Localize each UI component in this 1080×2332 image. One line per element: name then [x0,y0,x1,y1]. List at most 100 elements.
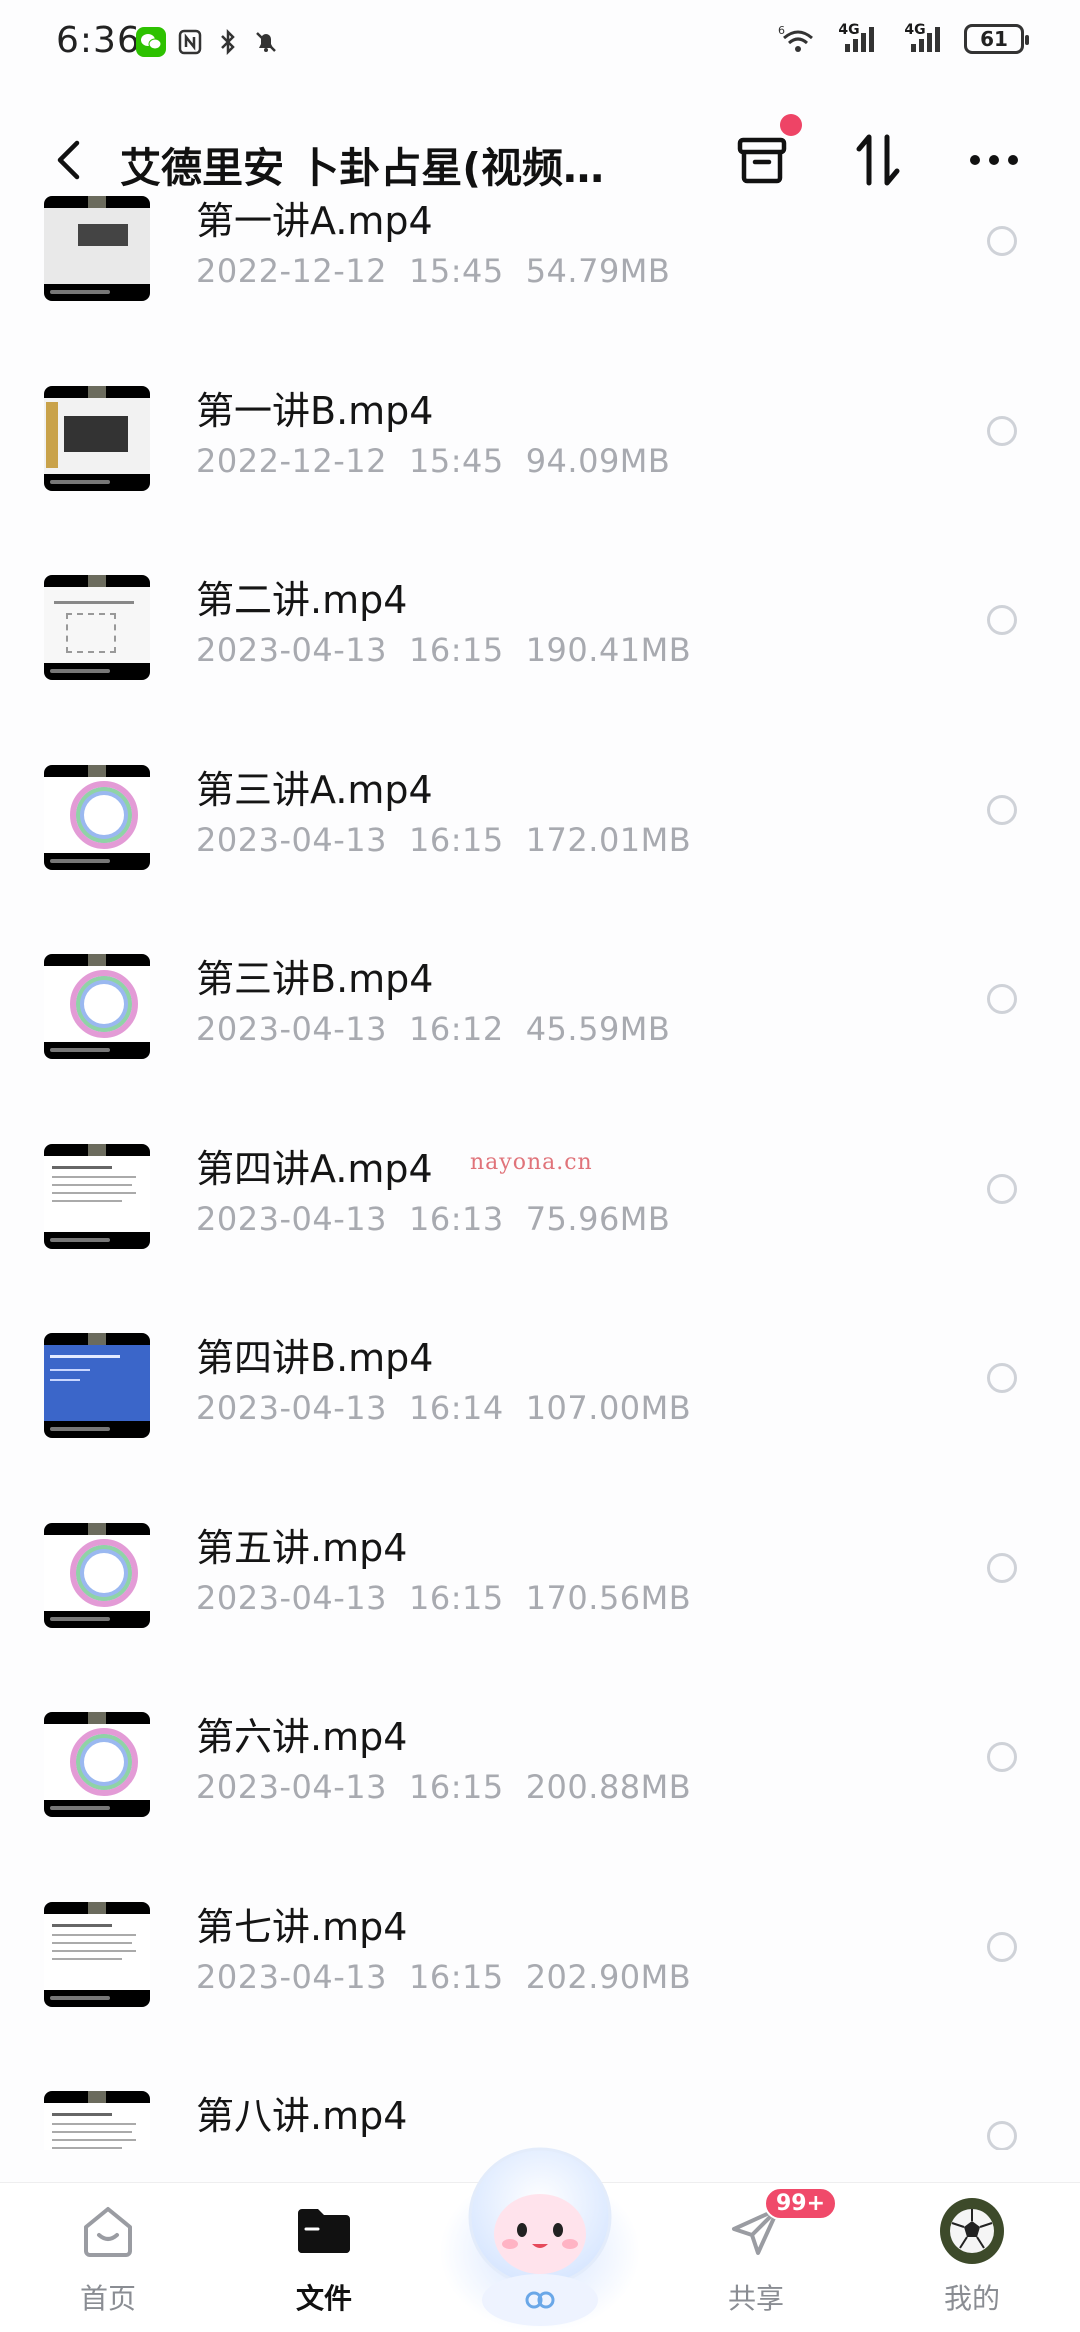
file-size: 172.01MB [525,820,692,859]
nav-me-label: 我的 [943,2282,1000,2315]
file-name: 第六讲.mp4 [196,1715,408,1759]
file-date: 2023-04-13 [196,631,387,669]
nav-me[interactable]: 我的 [902,2193,1042,2323]
file-time: 15:45 [408,252,504,290]
file-date: 2022-12-12 [196,441,387,480]
file-meta: 2023-04-13 16:15 172.01MB [196,821,713,859]
video-thumbnail [44,1712,150,1817]
home-icon [76,2199,140,2263]
file-meta: 2022-12-12 15:45 94.09MB [196,442,692,480]
share-badge: 99+ [764,2187,838,2220]
select-radio[interactable] [987,1552,1017,1583]
nav-files-label: 文件 [295,2282,352,2315]
file-name: 第三讲B.mp4 [196,957,434,1001]
file-meta: 2023-04-13 16:15 202.90MB [196,1958,713,1996]
file-size: 200.88MB [525,1768,692,1806]
select-radio[interactable] [987,226,1017,256]
file-time: 16:15 [408,1957,504,1996]
select-radio[interactable] [987,605,1017,635]
file-row[interactable]: 第五讲.mp4 2023-04-13 16:15 170.56MB [0,1497,1080,1687]
file-name: 第四讲B.mp4 [196,1336,434,1380]
nav-home-label: 首页 [79,2282,136,2315]
select-radio[interactable] [987,1742,1017,1772]
nav-share-label: 共享 [727,2282,784,2315]
file-time: 16:15 [408,1578,504,1617]
video-thumbnail [44,2091,150,2150]
file-time: 16:15 [408,631,504,669]
file-row[interactable]: 第六讲.mp4 2023-04-13 16:15 200.88MB [0,1686,1080,1876]
video-thumbnail [44,1901,150,2007]
file-meta [196,2147,262,2150]
send-plane-icon: 99+ [724,2187,838,2263]
file-size: 45.59MB [525,1010,671,1048]
file-meta: 2023-04-13 16:15 170.56MB [196,1579,713,1617]
folder-icon [292,2199,356,2263]
file-row[interactable]: 第一讲B.mp4 2022-12-12 15:45 94.09MB [0,360,1080,550]
file-meta: 2022-12-12 15:45 54.79MB [196,252,692,290]
file-size: 75.96MB [525,1199,671,1238]
file-size: 107.00MB [525,1389,692,1427]
video-thumbnail [44,1333,150,1438]
select-radio[interactable] [987,1931,1017,1962]
nfc-icon [176,28,204,56]
file-meta: 2023-04-13 16:15 190.41MB [196,631,713,669]
file-date: 2023-04-13 [196,1768,387,1806]
file-date: 2023-04-13 [196,1010,387,1048]
status-bar: 6:36 6 4G 4G 61 [0,0,1080,86]
video-thumbnail [44,385,150,491]
nav-home[interactable]: 首页 [38,2193,178,2323]
file-name: 第八讲.mp4 [196,2094,408,2138]
soccer-ball-icon [950,2209,994,2253]
svg-text:6: 6 [778,24,785,37]
file-date: 2023-04-13 [196,820,387,859]
more-dots-icon [970,155,1018,165]
ai-assistant-mascot-button[interactable] [438,2122,642,2332]
file-size: 190.41MB [525,631,692,669]
file-row[interactable]: 第一讲A.mp4 2022-12-12 15:45 54.79MB [0,170,1080,360]
file-meta: 2023-04-13 16:15 200.88MB [196,1768,713,1806]
video-thumbnail [44,1522,150,1628]
status-time: 6:36 [56,20,141,61]
file-row[interactable]: 第七讲.mp4 2023-04-13 16:15 202.90MB [0,1876,1080,2066]
video-thumbnail [44,1143,150,1249]
file-row[interactable]: 第四讲B.mp4 2023-04-13 16:14 107.00MB [0,1307,1080,1497]
file-name: 第三讲A.mp4 [196,767,433,812]
signal-4g-icon-2: 4G [898,22,952,53]
file-time: 16:15 [408,1768,504,1806]
file-time: 16:13 [408,1199,504,1238]
file-name: 第一讲B.mp4 [196,388,434,433]
select-radio[interactable] [987,2121,1017,2150]
select-radio[interactable] [987,415,1017,446]
select-radio[interactable] [987,984,1017,1014]
file-row[interactable]: 第四讲A.mp4 2023-04-13 16:13 75.96MB [0,1118,1080,1308]
file-time: 16:15 [408,820,504,859]
file-name: 第七讲.mp4 [196,1904,408,1949]
video-thumbnail [44,196,150,301]
battery-indicator: 61 [964,24,1029,54]
file-date: 2023-04-13 [196,1389,387,1427]
file-row[interactable]: 第二讲.mp4 2023-04-13 16:15 190.41MB [0,549,1080,739]
file-name: 第四讲A.mp4 [196,1146,433,1191]
file-time: 15:45 [408,441,504,480]
file-row[interactable]: 第三讲A.mp4 2023-04-13 16:15 172.01MB [0,739,1080,929]
select-radio[interactable] [987,794,1017,825]
file-meta: 2023-04-13 16:14 107.00MB [196,1389,713,1427]
avatar [940,2198,1004,2264]
wechat-icon [136,27,166,57]
select-radio[interactable] [987,1173,1017,1204]
nav-files[interactable]: 文件 [254,2193,394,2323]
file-row[interactable]: 第三讲B.mp4 2023-04-13 16:12 45.59MB [0,928,1080,1118]
file-date: 2022-12-12 [196,252,387,290]
notification-dot [780,114,802,136]
file-meta: 2023-04-13 16:12 45.59MB [196,1010,692,1048]
bluetooth-icon [214,28,242,56]
video-thumbnail [44,575,150,680]
file-size: 94.09MB [525,441,671,480]
select-radio[interactable] [987,1363,1017,1393]
mute-bell-icon [252,28,280,56]
file-date: 2023-04-13 [196,1957,387,1996]
nav-share[interactable]: 99+ 共享 [686,2187,838,2323]
file-date: 2023-04-13 [196,1199,387,1238]
file-size: 54.79MB [525,252,671,290]
file-name: 第五讲.mp4 [196,1525,408,1570]
